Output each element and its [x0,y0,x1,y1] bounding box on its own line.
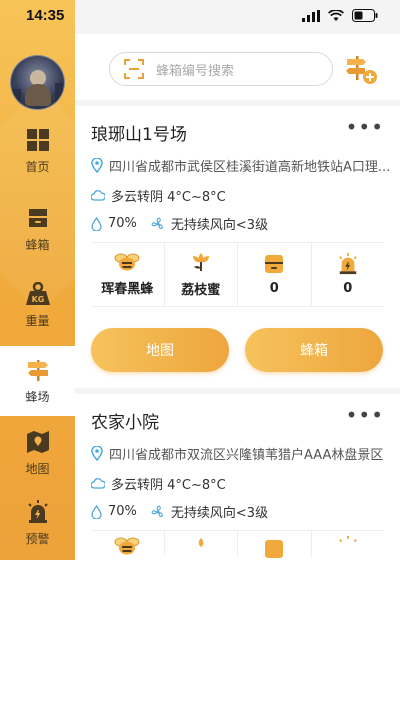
stat-alert-count: 0 [312,242,385,306]
more-options-icon[interactable]: ••• [346,117,384,137]
stat-bee-breed: 珲春黑蜂 [91,242,165,306]
address-row: 四川省成都市武侯区桂溪街道高新地铁站A口理... [91,156,390,175]
wind-fan-icon [151,217,163,229]
address-text: 四川省成都市武侯区桂溪街道高新地铁站A口理... [109,160,391,175]
sidebar-item-label: 首页 [25,159,50,174]
map-icon [26,430,49,453]
sidebar-item-label: 重量 [25,313,50,328]
alarm-icon [27,499,48,523]
humidity-wind-row: 70% 无持续风向<3级 [91,502,268,521]
avatar[interactable] [10,55,65,110]
weather-text: 多云转阴 4°C~8°C [111,478,226,493]
bee-icon [114,537,140,555]
sidebar-item-weight[interactable]: KG 重量 [0,270,75,340]
sidebar-item-apiary[interactable]: 蜂场 [0,346,75,416]
stat-alert-count [312,530,385,558]
stat-honey-type: 荔枝蜜 [165,242,238,306]
stat-bee-breed [91,530,165,556]
flower-icon [198,538,203,547]
more-options-icon[interactable]: ••• [346,405,384,425]
divider [91,306,384,307]
sidebar-item-home[interactable]: 首页 [0,116,75,186]
apiary-stats: 珲春黑蜂 荔枝蜜 0 0 [91,242,384,306]
bee-icon [114,253,140,270]
stat-value: 0 [343,280,353,296]
map-button[interactable]: 地图 [91,328,229,372]
humidity-wind-row: 70% 无持续风向<3级 [91,214,268,233]
sidebar-item-label: 蜂场 [25,389,50,404]
apiary-name: 农家小院 [91,413,159,433]
sidebar-item-map[interactable]: 地图 [0,418,75,488]
apiary-card: 农家小院 ••• 四川省成都市双流区兴隆镇苇猎户AAA林盘景区 多云转阴 4°C… [75,394,400,560]
cloud-icon [91,190,105,201]
status-icons [302,9,378,22]
humidity-drop-icon [91,504,102,519]
weather-text: 多云转阴 4°C~8°C [111,190,226,205]
battery-icon [352,9,378,22]
sidebar-item-alerts[interactable]: 预警 [0,488,75,558]
status-bar: 14:35 [0,0,400,34]
status-time: 14:35 [26,7,65,24]
sidebar-item-label: 预警 [25,531,50,546]
hive-box-icon [265,254,284,273]
alarm-icon [338,536,357,543]
location-pin-icon [91,158,103,173]
grid-icon [26,128,49,151]
humidity-drop-icon [91,216,102,231]
wifi-icon [328,9,344,21]
signal-icon [302,9,320,22]
stat-hive-count: 0 [238,242,312,306]
main-content: 蜂箱编号搜索 琅琊山1号场 ••• 四川省成都市武侯区桂溪街道高新地铁站A口理.… [75,0,400,560]
humidity-text: 70% [108,504,137,519]
cloud-icon [91,478,105,489]
wind-text: 无持续风向<3级 [170,506,269,521]
stat-value: 珲春黑蜂 [101,281,154,297]
apiary-stats [91,530,384,560]
sidebar-item-hives[interactable]: 蜂箱 [0,194,75,264]
apiary-name: 琅琊山1号场 [91,125,187,145]
search-placeholder: 蜂箱编号搜索 [156,63,235,79]
sidebar-item-label: 地图 [25,461,50,476]
signpost-icon [27,359,48,381]
sidebar-item-label: 蜂箱 [25,237,50,252]
add-apiary-icon[interactable] [345,52,379,86]
hive-box-icon [265,540,284,558]
sidebar: 首页 蜂箱 KG 重量 蜂场 地图 预警 [0,0,75,560]
hive-button[interactable]: 蜂箱 [245,328,383,372]
stat-hive-count [238,530,312,558]
weather-row: 多云转阴 4°C~8°C [91,474,226,493]
apiary-card: 琅琊山1号场 ••• 四川省成都市武侯区桂溪街道高新地铁站A口理... 多云转阴… [75,106,400,388]
svg-text:KG: KG [31,295,44,304]
location-pin-icon [91,446,103,461]
stat-value: 0 [269,280,279,296]
weather-row: 多云转阴 4°C~8°C [91,186,226,205]
address-text: 四川省成都市双流区兴隆镇苇猎户AAA林盘景区 [109,448,384,463]
alarm-icon [338,252,357,274]
hive-box-icon [28,208,47,227]
stat-value: 荔枝蜜 [181,282,221,298]
search-input[interactable]: 蜂箱编号搜索 [109,52,333,86]
stat-honey-type [165,530,238,558]
flower-icon [192,252,209,271]
humidity-text: 70% [108,216,137,231]
scan-icon[interactable] [124,59,144,79]
weight-icon: KG [25,281,50,305]
wind-text: 无持续风向<3级 [170,218,269,233]
address-row: 四川省成都市双流区兴隆镇苇猎户AAA林盘景区 [91,444,383,463]
wind-fan-icon [151,505,163,517]
top-bar: 蜂箱编号搜索 [75,34,400,100]
